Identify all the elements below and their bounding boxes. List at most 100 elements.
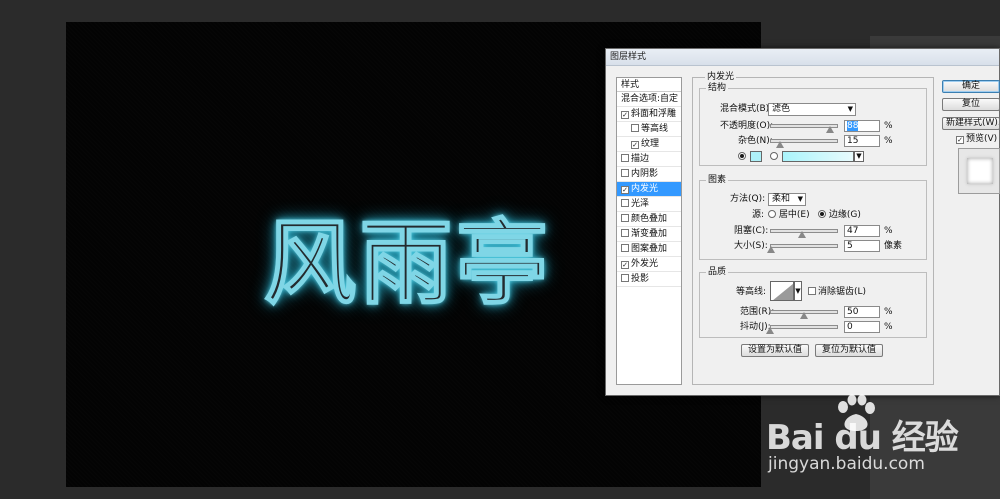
antialias-label: 消除锯齿(L)	[818, 287, 867, 297]
style-item[interactable]: 图案叠加	[617, 242, 681, 257]
source-edge-label: 边缘(G)	[828, 210, 861, 220]
style-preview	[958, 148, 1000, 194]
style-item[interactable]: 投影	[617, 272, 681, 287]
preview-checkbox[interactable]: ✓ 预览(V)	[956, 134, 997, 145]
dropdown-arrow-icon: ▼	[797, 195, 803, 203]
source-center-radio[interactable]: 居中(E)	[768, 210, 810, 221]
opacity-label: 不透明度(O):	[720, 121, 774, 131]
contour-picker[interactable]	[770, 281, 794, 301]
structure-group: 结构 混合模式(B): 滤色 ▼ 不透明度(O): 88 % 杂色(N): 15…	[699, 83, 927, 166]
style-item-label: 颜色叠加	[631, 214, 668, 224]
layer-style-dialog: 图层样式 样式 混合选项:自定 ✓ 斜面和浮雕 等高线 ✓ 纹理 描边 内阴影 ✓ 内发光 光泽 颜色…	[605, 48, 1000, 396]
style-item[interactable]: 内阴影	[617, 167, 681, 182]
style-item[interactable]: ✓ 斜面和浮雕	[617, 107, 681, 122]
jitter-input[interactable]: 0	[844, 321, 880, 333]
choke-unit: %	[884, 226, 893, 236]
contour-dropdown-icon[interactable]: ▼	[794, 281, 802, 301]
gradient-radio[interactable]	[770, 152, 778, 163]
size-input[interactable]: 5	[844, 240, 880, 252]
antialias-checkbox[interactable]: 消除锯齿(L)	[808, 287, 866, 298]
style-checkbox[interactable]	[621, 274, 629, 282]
style-checkbox[interactable]: ✓	[631, 141, 639, 149]
contour-label: 等高线:	[736, 287, 767, 297]
noise-input[interactable]: 15	[844, 135, 880, 147]
style-item[interactable]: 颜色叠加	[617, 212, 681, 227]
ok-button[interactable]: 确定	[942, 80, 1000, 93]
blend-mode-value: 滤色	[772, 104, 791, 114]
gradient-dropdown-icon[interactable]: ▼	[854, 151, 864, 162]
glow-text-layer[interactable]: 风雨亭	[263, 217, 552, 311]
technique-select[interactable]: 柔和 ▼	[768, 193, 806, 206]
glow-color-swatch[interactable]	[750, 151, 762, 162]
jitter-unit: %	[884, 322, 893, 332]
styles-header[interactable]: 样式	[617, 78, 681, 92]
style-checkbox[interactable]	[621, 199, 629, 207]
watermark-url: jingyan.baidu.com	[768, 454, 925, 474]
style-checkbox[interactable]	[621, 244, 629, 252]
style-item-label: 投影	[631, 274, 650, 284]
technique-value: 柔和	[772, 194, 791, 204]
gradient-swatch[interactable]	[782, 151, 854, 162]
style-checkbox[interactable]: ✓	[621, 261, 629, 269]
new-style-button[interactable]: 新建样式(W)...	[942, 117, 1000, 130]
style-item[interactable]: ✓ 外发光	[617, 257, 681, 272]
choke-input[interactable]: 47	[844, 225, 880, 237]
style-checkbox[interactable]	[621, 169, 629, 177]
style-checkbox[interactable]	[621, 229, 629, 237]
reset-default-button[interactable]: 复位为默认值	[815, 344, 883, 357]
style-item-label: 渐变叠加	[631, 229, 668, 239]
styles-list: 样式 混合选项:自定 ✓ 斜面和浮雕 等高线 ✓ 纹理 描边 内阴影 ✓ 内发光 光泽 颜色叠加 渐变叠…	[616, 77, 682, 385]
style-item[interactable]: 混合选项:自定	[617, 92, 681, 107]
opacity-value: 88	[847, 121, 859, 131]
size-label: 大小(S):	[734, 241, 768, 251]
noise-value: 15	[847, 136, 859, 146]
style-checkbox[interactable]	[631, 124, 639, 132]
size-slider-thumb[interactable]	[767, 246, 776, 253]
opacity-input[interactable]: 88	[844, 120, 880, 132]
watermark-text: Bai du 经验	[766, 418, 959, 458]
quality-title: 品质	[706, 267, 729, 277]
range-input[interactable]: 50	[844, 306, 880, 318]
noise-slider-thumb[interactable]	[776, 141, 785, 148]
noise-label: 杂色(N):	[738, 136, 773, 146]
style-item-label: 描边	[631, 154, 650, 164]
blend-mode-label: 混合模式(B):	[720, 104, 773, 114]
style-item[interactable]: ✓ 纹理	[617, 137, 681, 152]
blend-mode-select[interactable]: 滤色 ▼	[768, 103, 856, 116]
size-value: 5	[847, 241, 853, 251]
choke-label: 阻塞(C):	[734, 226, 769, 236]
style-item[interactable]: 等高线	[617, 122, 681, 137]
opacity-unit: %	[884, 121, 893, 131]
jitter-slider-track[interactable]	[770, 325, 838, 329]
source-edge-radio[interactable]: 边缘(G)	[818, 210, 861, 221]
style-item[interactable]: ✓ 内发光	[617, 182, 681, 197]
choke-slider-thumb[interactable]	[797, 231, 806, 238]
range-slider-thumb[interactable]	[800, 312, 808, 319]
make-default-button[interactable]: 设置为默认值	[741, 344, 809, 357]
color-radio[interactable]	[738, 152, 746, 163]
style-checkbox[interactable]	[621, 154, 629, 162]
style-item[interactable]: 渐变叠加	[617, 227, 681, 242]
source-label: 源:	[752, 210, 765, 220]
style-item[interactable]: 光泽	[617, 197, 681, 212]
style-item-label: 内阴影	[631, 169, 659, 179]
dialog-title: 图层样式	[606, 49, 999, 66]
style-item-label: 斜面和浮雕	[631, 109, 677, 119]
size-slider-track[interactable]	[770, 244, 838, 248]
range-value: 50	[847, 307, 859, 317]
size-unit: 像素	[884, 241, 903, 251]
preview-label: 预览(V)	[966, 134, 998, 144]
style-item-label: 外发光	[631, 259, 659, 269]
style-item[interactable]: 描边	[617, 152, 681, 167]
jitter-slider-thumb[interactable]	[766, 327, 774, 334]
reset-button[interactable]: 复位	[942, 98, 1000, 111]
style-item-label: 内发光	[631, 184, 659, 194]
style-checkbox[interactable]	[621, 214, 629, 222]
opacity-slider-thumb[interactable]	[825, 126, 834, 133]
style-checkbox[interactable]: ✓	[621, 186, 629, 194]
choke-value: 47	[847, 226, 859, 236]
inner-glow-title: 内发光	[705, 72, 737, 82]
style-checkbox[interactable]: ✓	[621, 111, 629, 119]
noise-unit: %	[884, 136, 893, 146]
structure-title: 结构	[706, 83, 729, 93]
